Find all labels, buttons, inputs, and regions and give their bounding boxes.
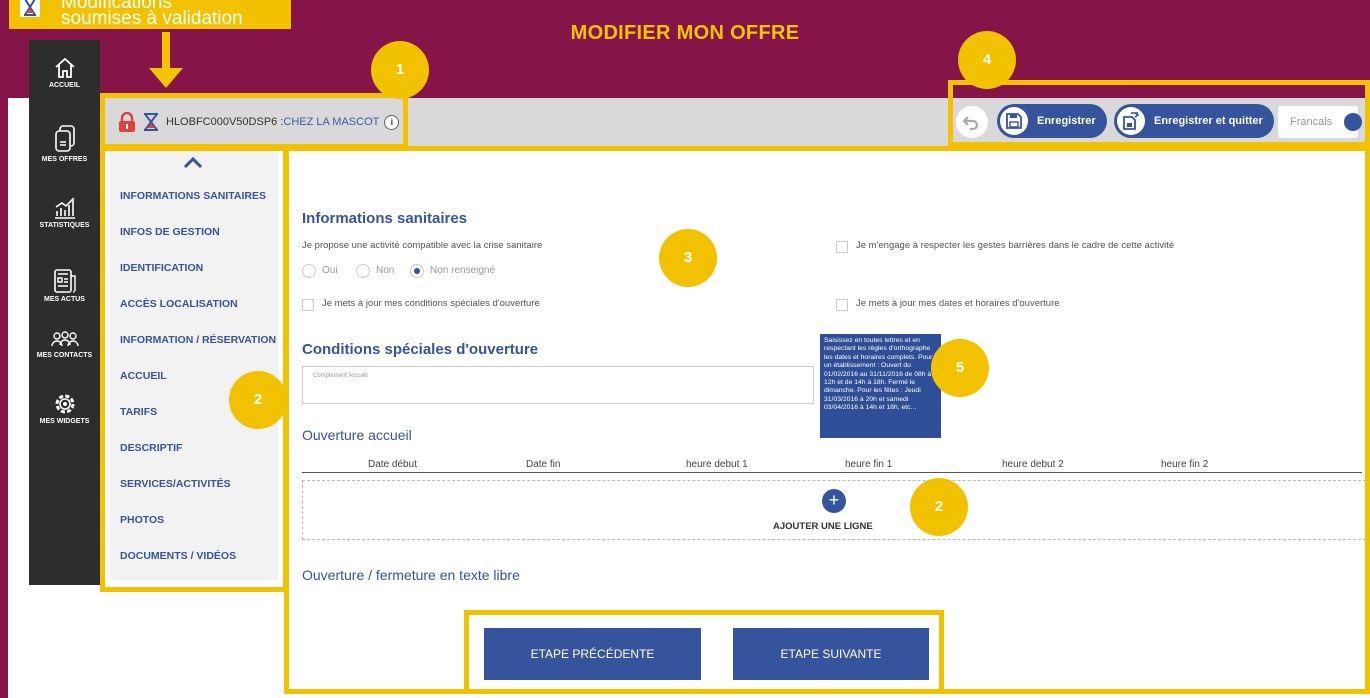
annotation-box-4: [948, 80, 1370, 147]
sidebar-item-label: MES ACTUS: [44, 296, 85, 303]
gear-icon: [55, 394, 74, 414]
sidebar-item-label: ACCUEIL: [48, 82, 81, 89]
badge-3: 3: [659, 229, 717, 287]
validation-callout: Modifications soumises à validation: [6, 0, 294, 32]
annotation-box-1: [100, 93, 408, 149]
badge-2-menu: 2: [229, 371, 287, 429]
sidebar-item-label: MES OFFRES: [41, 156, 88, 163]
badge-5: 5: [931, 339, 989, 397]
badge-1: 1: [371, 41, 429, 99]
home-icon: [54, 57, 75, 78]
sidebar-item-label: MES CONTACTS: [36, 352, 93, 359]
chart-icon: [54, 197, 75, 219]
contacts-icon: [50, 331, 79, 347]
sidebar-item-mes-widgets[interactable]: MES WIDGETS: [29, 392, 100, 425]
main-sidebar: ACCUEIL MES OFFRES STATISTIQUES MES ACTU…: [29, 40, 100, 585]
left-border: [0, 0, 8, 698]
sidebar-item-mes-offres[interactable]: MES OFFRES: [29, 124, 100, 163]
annotation-box-2-nav: [464, 610, 944, 694]
callout-line-2: soumises à validation: [61, 8, 243, 29]
hourglass-icon: [19, 0, 41, 23]
news-icon: [53, 269, 76, 293]
badge-4: 4: [958, 31, 1016, 89]
sidebar-item-mes-actus[interactable]: MES ACTUS: [29, 268, 100, 303]
badge-2-nav: 2: [910, 478, 968, 536]
sidebar-item-label: STATISTIQUES: [39, 222, 90, 229]
sidebar-item-accueil[interactable]: ACCUEIL: [29, 56, 100, 89]
sidebar-item-mes-contacts[interactable]: MES CONTACTS: [29, 330, 100, 359]
sidebar-item-statistiques[interactable]: STATISTIQUES: [29, 194, 100, 229]
callout-arrow: [162, 32, 170, 70]
sidebar-item-label: MES WIDGETS: [39, 418, 90, 425]
callout-arrow-head: [149, 68, 183, 88]
documents-icon: [54, 125, 75, 152]
annotation-box-2-menu: [100, 146, 288, 592]
